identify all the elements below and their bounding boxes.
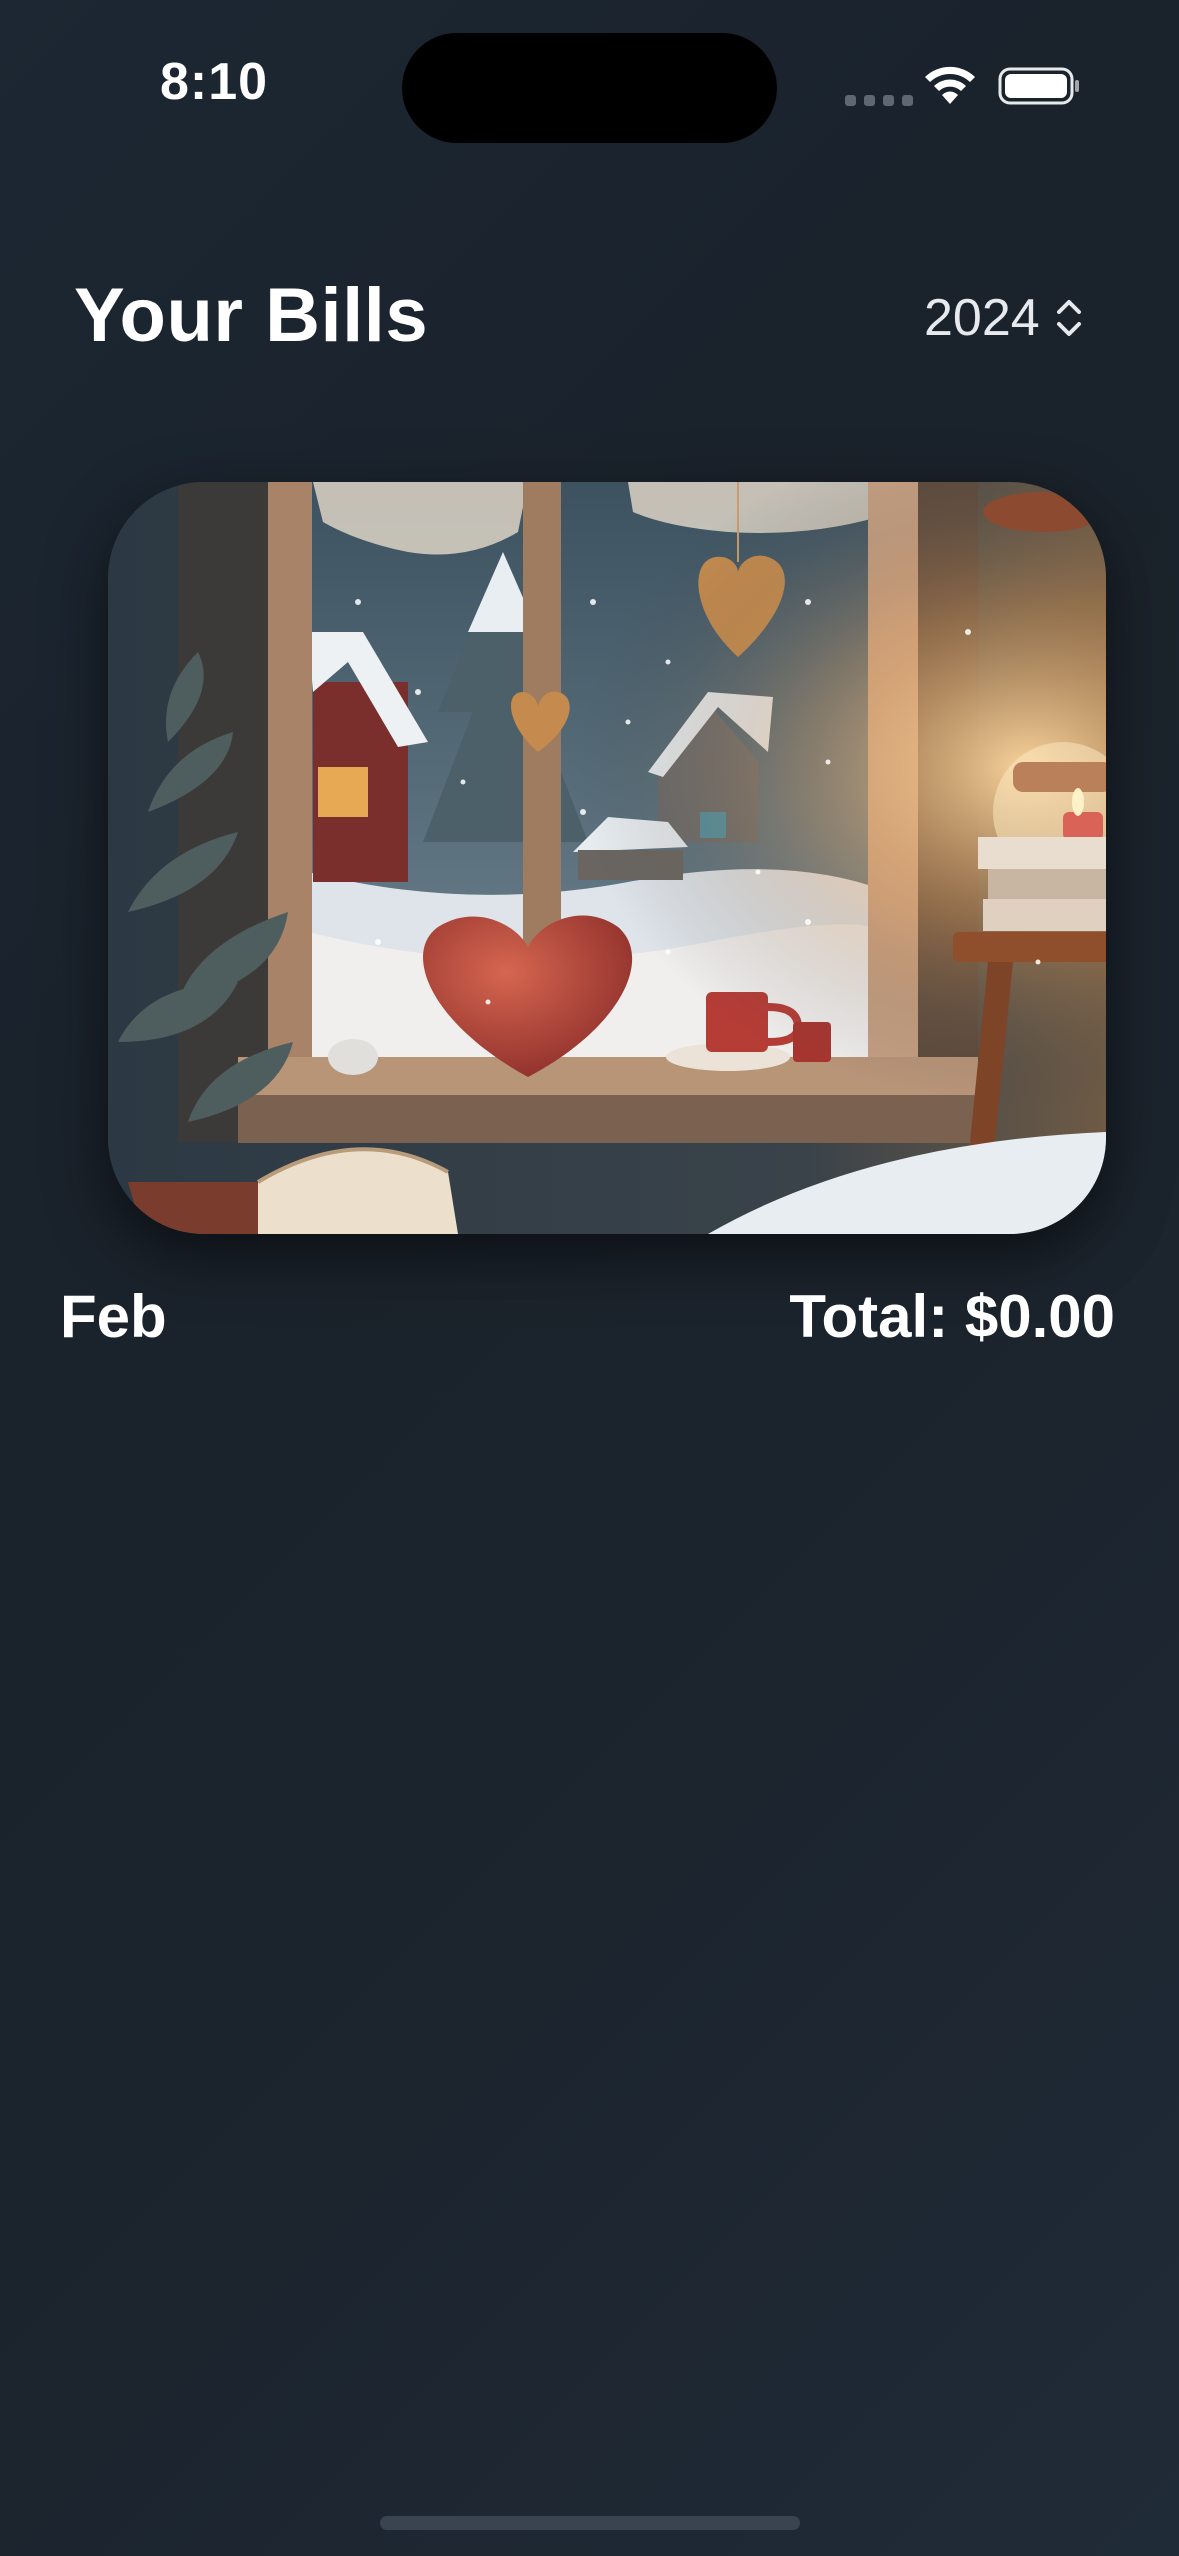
home-indicator[interactable] (380, 2516, 800, 2530)
status-time: 8:10 (160, 53, 269, 111)
cellular-signal-icon (845, 95, 913, 106)
bill-total-label: Total: $0.00 (789, 1283, 1115, 1350)
page-title: Your Bills (74, 273, 429, 358)
cozy-winter-window-illustration (108, 482, 1106, 1234)
battery-icon (998, 67, 1079, 105)
bill-month-label: Feb (60, 1283, 167, 1350)
bill-card-feb[interactable] (108, 482, 1106, 1234)
wifi-icon (925, 66, 975, 104)
dynamic-island (402, 33, 777, 143)
chevron-up-down-icon (1056, 300, 1081, 336)
year-label: 2024 (924, 289, 1040, 347)
year-picker[interactable]: 2024 (924, 288, 1084, 348)
